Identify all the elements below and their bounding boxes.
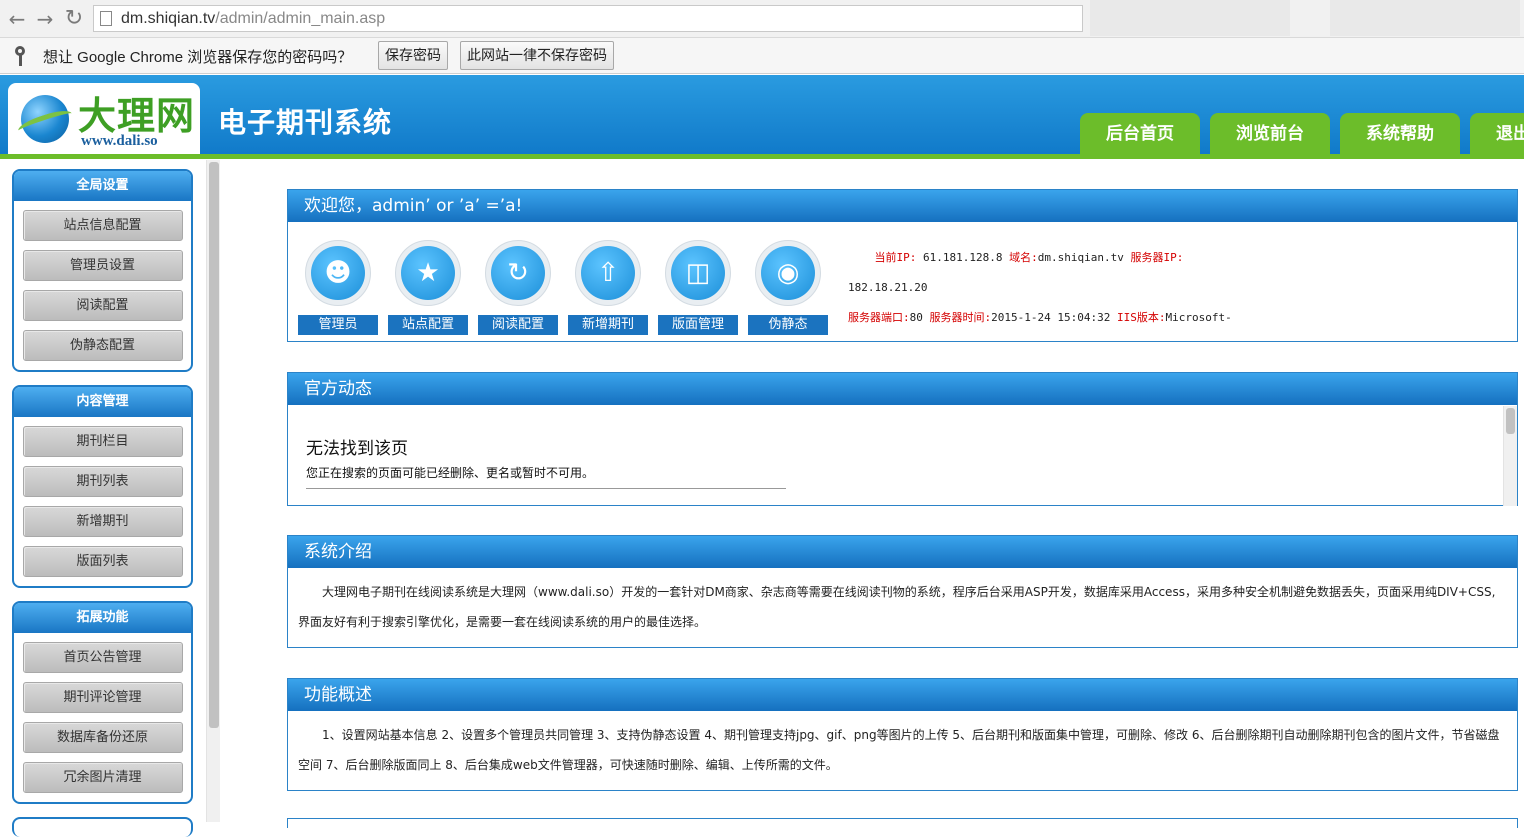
logo[interactable]: 大理网 www.dali.so	[8, 83, 200, 154]
news-scrollbar[interactable]	[1503, 406, 1517, 506]
quick-label[interactable]: 版面管理	[658, 315, 738, 335]
logo-site: www.dali.so	[81, 133, 158, 149]
sidebar-item-admin-settings[interactable]: 管理员设置	[22, 250, 183, 281]
sidebar-item-issue-list[interactable]: 期刊列表	[22, 466, 183, 497]
server-ip: 182.18.21.20	[848, 281, 928, 294]
upload-arrow-icon: ⇧	[581, 246, 635, 300]
menu-content-management: 内容管理 期刊栏目 期刊列表 新增期刊 版面列表	[12, 385, 193, 588]
menu-title[interactable]: 全局设置	[14, 171, 191, 201]
password-infobar: 想让 Google Chrome 浏览器保存您的密码吗？ 保存密码 此网站一律不…	[0, 38, 1524, 74]
menu-global-settings: 全局设置 站点信息配置 管理员设置 阅读配置 伪静态配置	[12, 169, 193, 372]
save-password-button[interactable]: 保存密码	[378, 41, 448, 70]
system-title: 电子期刊系统	[218, 106, 393, 139]
globe-logo-icon	[16, 95, 74, 143]
quick-label[interactable]: 阅读配置	[478, 315, 558, 335]
sidebar-item-site-info[interactable]: 站点信息配置	[22, 210, 183, 241]
quick-label[interactable]: 伪静态	[748, 315, 828, 335]
intro-title: 系统介绍	[288, 536, 1517, 568]
never-save-password-button[interactable]: 此网站一律不保存密码	[460, 41, 614, 70]
nav-logout[interactable]: 退出	[1470, 113, 1524, 155]
site-header: 大理网 www.dali.so 电子期刊系统 后台首页 浏览前台 系统帮助 退出	[0, 75, 1524, 159]
quick-new-issue[interactable]: ⇧ 新增期刊	[568, 240, 648, 335]
quick-label[interactable]: 新增期刊	[568, 315, 648, 335]
sidebar: 全局设置 站点信息配置 管理员设置 阅读配置 伪静态配置 内容管理 期刊栏目 期…	[0, 160, 206, 837]
refresh-icon: ↻	[491, 246, 545, 300]
server-time: 2015-1-24 15:04:32	[991, 311, 1111, 324]
forward-arrow-icon[interactable]: →	[32, 6, 58, 32]
key-icon	[14, 46, 26, 66]
menu-title[interactable]: 内容管理	[14, 387, 191, 417]
sidebar-item-rewrite-config[interactable]: 伪静态配置	[22, 330, 183, 361]
welcome-title: 欢迎您，admin’ or ’a’ =’a!	[288, 190, 1517, 222]
sidebar-item-new-issue[interactable]: 新增期刊	[22, 506, 183, 537]
quick-label[interactable]: 管理员	[298, 315, 378, 335]
user-icon: ☻	[311, 246, 365, 300]
sidebar-item-comments[interactable]: 期刊评论管理	[22, 682, 183, 713]
sidebar-scrollbar[interactable]	[206, 160, 220, 822]
intro-text: 大理网电子期刊在线阅读系统是大理网（www.dali.so）开发的一套针对DM商…	[298, 585, 1496, 629]
blurred-area	[1330, 0, 1520, 36]
features-panel: 功能概述 1、设置网站基本信息 2、设置多个管理员共同管理 3、支持伪静态设置 …	[287, 678, 1518, 791]
menu-next-partial	[12, 817, 193, 837]
back-arrow-icon[interactable]: ←	[4, 6, 30, 32]
quick-label[interactable]: 站点配置	[388, 315, 468, 335]
url-path: /admin/admin_main.asp	[215, 10, 386, 27]
menu-title[interactable]: 拓展功能	[14, 603, 191, 633]
logo-name: 大理网	[78, 93, 196, 138]
nav-browse-front[interactable]: 浏览前台	[1210, 113, 1330, 155]
quick-page-manage[interactable]: ◫ 版面管理	[658, 240, 738, 335]
quick-rewrite[interactable]: ◉ 伪静态	[748, 240, 828, 335]
news-title: 官方动态	[288, 373, 1517, 405]
reload-icon[interactable]: ↻	[61, 6, 87, 32]
sidebar-item-page-list[interactable]: 版面列表	[22, 546, 183, 577]
nav-system-help[interactable]: 系统帮助	[1340, 113, 1460, 155]
features-text: 1、设置网站基本信息 2、设置多个管理员共同管理 3、支持伪静态设置 4、期刊管…	[298, 728, 1500, 772]
server-port: 80	[909, 311, 923, 324]
address-bar[interactable]: dm.shiqian.tv/admin/admin_main.asp	[93, 5, 1083, 32]
sidebar-item-columns[interactable]: 期刊栏目	[22, 426, 183, 457]
shield-star-icon: ★	[401, 246, 455, 300]
intro-panel: 系统介绍 大理网电子期刊在线阅读系统是大理网（www.dali.so）开发的一套…	[287, 535, 1518, 648]
current-ip: 61.181.128.8	[923, 251, 1003, 264]
menu-extensions: 拓展功能 首页公告管理 期刊评论管理 数据库备份还原 冗余图片清理	[12, 601, 193, 804]
trash-icon: ◫	[671, 246, 725, 300]
domain: dm.shiqian.tv	[1037, 251, 1124, 264]
sidebar-item-notice[interactable]: 首页公告管理	[22, 642, 183, 673]
page-icon	[100, 11, 112, 26]
url-host: dm.shiqian.tv	[121, 10, 216, 27]
sidebar-item-image-cleanup[interactable]: 冗余图片清理	[22, 762, 183, 793]
features-title: 功能概述	[288, 679, 1517, 711]
globe-icon: ◉	[761, 246, 815, 300]
welcome-panel: 欢迎您，admin’ or ’a’ =’a! ☻ 管理员 ★ 站点配置 ↻ 阅读…	[287, 189, 1518, 342]
quick-site-config[interactable]: ★ 站点配置	[388, 240, 468, 335]
next-panel-partial	[287, 818, 1518, 828]
browser-toolbar: ← → ↻ dm.shiqian.tv/admin/admin_main.asp	[0, 0, 1524, 38]
news-iframe[interactable]: 无法找到该页 您正在搜索的页面可能已经删除、更名或暂时不可用。	[288, 406, 1517, 506]
quick-admin[interactable]: ☻ 管理员	[298, 240, 378, 335]
error-heading: 无法找到该页	[306, 439, 408, 459]
news-panel: 官方动态 无法找到该页 您正在搜索的页面可能已经删除、更名或暂时不可用。	[287, 372, 1518, 506]
blurred-area	[1090, 0, 1290, 36]
sidebar-item-reading-config[interactable]: 阅读配置	[22, 290, 183, 321]
password-prompt: 想让 Google Chrome 浏览器保存您的密码吗？	[43, 49, 353, 66]
quick-reading-config[interactable]: ↻ 阅读配置	[478, 240, 558, 335]
server-info: 当前IP: 61.181.128.8 域名:dm.shiqian.tv 服务器I…	[848, 243, 1268, 341]
sidebar-item-db-backup[interactable]: 数据库备份还原	[22, 722, 183, 753]
error-text: 您正在搜索的页面可能已经删除、更名或暂时不可用。	[306, 466, 595, 480]
nav-admin-home[interactable]: 后台首页	[1080, 113, 1200, 155]
